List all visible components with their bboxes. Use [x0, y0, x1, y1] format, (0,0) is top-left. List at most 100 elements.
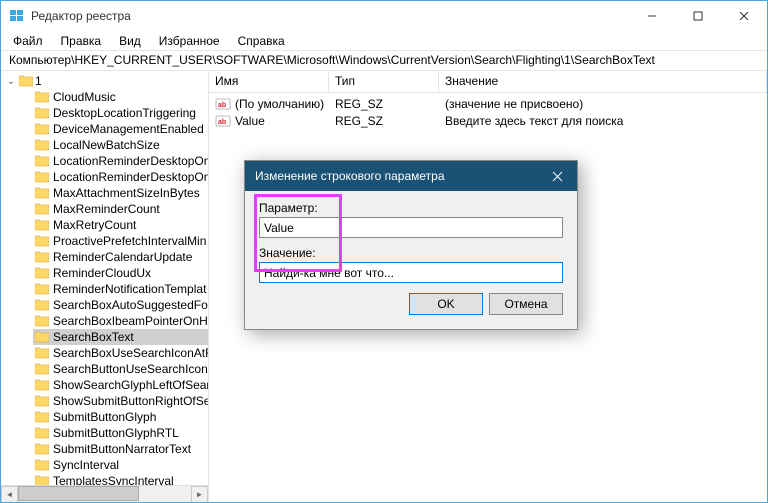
string-value-icon: ab [215, 96, 231, 112]
tree-item-label: TemplatesSyncInterval [53, 474, 174, 485]
list-row[interactable]: ab (По умолчанию) REG_SZ(значение не присв… [209, 95, 767, 112]
tree-item-label: MaxAttachmentSizeInBytes [53, 186, 200, 200]
value-input[interactable] [259, 262, 563, 283]
value-name: (По умолчанию) [235, 97, 324, 111]
window-titlebar: Редактор реестра [1, 1, 767, 31]
tree-item[interactable]: CloudMusic [33, 89, 208, 105]
close-button[interactable] [721, 1, 767, 31]
tree-item[interactable]: DesktopLocationTriggering [33, 105, 208, 121]
tree-item[interactable]: SearchBoxIbeamPointerOnH [33, 313, 208, 329]
dialog-close-button[interactable] [537, 161, 577, 191]
dialog-title: Изменение строкового параметра [255, 169, 537, 183]
tree-item[interactable]: MaxReminderCount [33, 201, 208, 217]
minimize-button[interactable] [629, 1, 675, 31]
tree-item[interactable]: SearchBoxText [33, 329, 208, 345]
folder-icon [35, 107, 49, 119]
tree-pane: ⌄ 1 CloudMusic DesktopLocationTriggeringD… [1, 71, 209, 502]
tree-item[interactable]: LocalNewBatchSize [33, 137, 208, 153]
tree-item[interactable]: ReminderCloudUx [33, 265, 208, 281]
scroll-thumb[interactable] [18, 486, 139, 501]
tree-item-label: LocationReminderDesktopOn [53, 170, 208, 184]
value-type: REG_SZ [329, 97, 439, 111]
folder-icon [35, 427, 49, 439]
menu-help[interactable]: Справка [230, 32, 293, 50]
svg-text:ab: ab [218, 119, 226, 126]
list-header: Имя Тип Значение [209, 71, 767, 93]
tree-item-label: SearchBoxText [53, 330, 134, 344]
tree-item-label: MaxReminderCount [53, 202, 160, 216]
menu-favorites[interactable]: Избранное [151, 32, 228, 50]
tree-item[interactable]: MaxAttachmentSizeInBytes [33, 185, 208, 201]
tree-root[interactable]: ⌄ 1 [1, 73, 208, 89]
folder-icon [35, 171, 49, 183]
column-type[interactable]: Тип [329, 71, 439, 92]
tree-item[interactable]: SearchButtonUseSearchIcon [33, 361, 208, 377]
edit-string-dialog: Изменение строкового параметра Параметр:… [244, 160, 578, 330]
tree-root-label: 1 [35, 74, 42, 88]
tree-item[interactable]: TemplatesSyncInterval [33, 473, 208, 485]
tree-item-label: SubmitButtonGlyphRTL [53, 426, 179, 440]
scroll-left-button[interactable]: ◄ [1, 486, 18, 503]
value-type: REG_SZ [329, 114, 439, 128]
folder-icon [35, 187, 49, 199]
folder-icon [35, 299, 49, 311]
tree-horizontal-scrollbar[interactable]: ◄ ► [1, 485, 208, 502]
tree-item[interactable]: SyncInterval [33, 457, 208, 473]
tree-item[interactable]: MaxRetryCount [33, 217, 208, 233]
string-value-icon: ab [215, 113, 231, 129]
tree-item[interactable]: SearchBoxUseSearchIconAtR [33, 345, 208, 361]
folder-icon [35, 379, 49, 391]
tree-item[interactable]: ReminderCalendarUpdate [33, 249, 208, 265]
dialog-titlebar[interactable]: Изменение строкового параметра [245, 161, 577, 191]
tree-item-label: SearchButtonUseSearchIcon [53, 362, 208, 376]
list-row[interactable]: abValueREG_SZВведите здесь текст для пои… [209, 112, 767, 129]
tree-item[interactable]: ProactivePrefetchIntervalMin [33, 233, 208, 249]
ok-button[interactable]: OK [409, 293, 483, 315]
folder-icon [35, 219, 49, 231]
tree-item-label: SearchBoxUseSearchIconAtR [53, 346, 208, 360]
menu-file[interactable]: Файл [5, 32, 51, 50]
cancel-button[interactable]: Отмена [489, 293, 563, 315]
tree-item-label: SyncInterval [53, 458, 119, 472]
tree-item-label: LocalNewBatchSize [53, 138, 160, 152]
param-input[interactable] [259, 217, 563, 238]
folder-icon [35, 139, 49, 151]
tree-item-label: ReminderCalendarUpdate [53, 250, 192, 264]
value-label: Значение: [259, 246, 563, 260]
folder-icon [35, 443, 49, 455]
folder-icon [35, 347, 49, 359]
tree-item-label: DesktopLocationTriggering [53, 106, 196, 120]
tree-item[interactable]: SubmitButtonNarratorText [33, 441, 208, 457]
scroll-right-button[interactable]: ► [191, 486, 208, 503]
tree-item[interactable]: DeviceManagementEnabled [33, 121, 208, 137]
folder-icon [35, 203, 49, 215]
tree-item[interactable]: LocationReminderDesktopOn [33, 169, 208, 185]
folder-icon [35, 267, 49, 279]
tree-item[interactable]: SubmitButtonGlyphRTL [33, 425, 208, 441]
folder-icon [35, 363, 49, 375]
tree-item-label: SearchBoxIbeamPointerOnH [53, 314, 208, 328]
column-name[interactable]: Имя [209, 71, 329, 92]
tree-item[interactable]: ReminderNotificationTemplat [33, 281, 208, 297]
folder-icon [35, 155, 49, 167]
tree-item-label: SubmitButtonNarratorText [53, 442, 191, 456]
column-value[interactable]: Значение [439, 71, 767, 92]
tree-item[interactable]: ShowSearchGlyphLeftOfSear [33, 377, 208, 393]
folder-icon [35, 331, 49, 343]
menu-view[interactable]: Вид [111, 32, 149, 50]
tree-item[interactable]: SubmitButtonGlyph [33, 409, 208, 425]
tree-item-label: ProactivePrefetchIntervalMin [53, 234, 206, 248]
tree-item-label: CloudMusic [53, 90, 116, 104]
maximize-button[interactable] [675, 1, 721, 31]
address-bar[interactable]: Компьютер\HKEY_CURRENT_USER\SOFTWARE\Mic… [1, 51, 767, 71]
tree-item[interactable]: ShowSubmitButtonRightOfSe [33, 393, 208, 409]
tree-item[interactable]: SearchBoxAutoSuggestedFor [33, 297, 208, 313]
tree-item-label: ShowSearchGlyphLeftOfSear [53, 378, 208, 392]
menubar: Файл Правка Вид Избранное Справка [1, 31, 767, 51]
folder-icon [35, 91, 49, 103]
value-data: (значение не присвоено) [439, 97, 767, 111]
tree-item[interactable]: LocationReminderDesktopOn [33, 153, 208, 169]
collapse-icon[interactable]: ⌄ [5, 76, 17, 87]
menu-edit[interactable]: Правка [53, 32, 110, 50]
folder-icon [35, 411, 49, 423]
